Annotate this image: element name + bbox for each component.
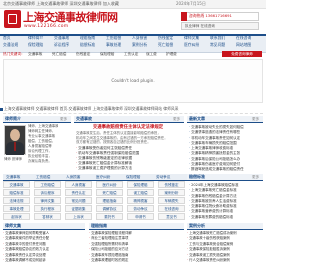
hot-keyword-1[interactable]: 交通事故 [28, 52, 42, 56]
grid-cell[interactable]: 赔偿标准 [3, 189, 30, 196]
grid-cell[interactable]: 起诉状 [3, 213, 30, 220]
tab-category-2[interactable]: 工伤赔偿 [36, 175, 50, 179]
grid-cell[interactable]: 死亡赔偿 [96, 189, 123, 196]
bottom-left-list: 交通事故律师如何帮助受害人 交通事故案件的举证责任分配 交通事故中的垫付责任问题… [3, 231, 85, 263]
tab-category-5[interactable]: 保险理赔 [126, 175, 140, 179]
grid-cell[interactable]: 法律法规 [3, 197, 30, 204]
grid-cell[interactable]: 案例分析 [158, 189, 185, 196]
nav-item-b4[interactable]: 赔偿标准 [80, 42, 95, 49]
center-desc: 交通事故发生后，责任主体的认定直接影响赔偿的承担， 机动车之间发生交通事故的，由… [76, 131, 180, 145]
panel-title-bottom-right: 案例分析 [189, 223, 205, 228]
grid-cell[interactable]: 劳动争议 [127, 205, 154, 212]
panel-title-center: 交通事故 [76, 116, 92, 121]
grid-cell[interactable]: 调解协议 [96, 205, 123, 212]
list-item[interactable]: 醉酒驾驶造成交通事故的赔偿责任 [189, 167, 263, 172]
bottom-mid-list: 交通事故保险理赔流程详解 商业三者险理赔注意事项 交强险理赔所需材料清单 保险公… [89, 231, 184, 263]
phone-icon [181, 12, 187, 21]
panel-more-lawyer[interactable]: 更多 [60, 117, 67, 121]
nav-item-b2[interactable]: 保险理赔 [28, 42, 43, 49]
list-item[interactable]: 交通事故理赔时效的规定 [89, 258, 184, 263]
panel-more-right2[interactable]: 更多 [252, 175, 259, 179]
lawyer-intro-line: 办案认真负责。 [28, 159, 52, 163]
grid-cell[interactable]: 证据收集 [65, 205, 92, 212]
hot-keyword-7[interactable]: 护理费 [166, 52, 177, 56]
grid-cell[interactable]: 常见问题 [65, 197, 92, 204]
nav-item-b3[interactable]: 诉讼程序 [54, 42, 69, 49]
nav-item-b6[interactable]: 案例分析 [132, 42, 147, 49]
breadcrumb-icon [0, 108, 3, 111]
panel-more-center[interactable]: 更多 [173, 117, 180, 121]
hot-keyword-6[interactable]: 误工费 [146, 52, 157, 56]
top-bar-text[interactable]: 北京交通事故律师 上海交通事故律师 深圳交通事故律师 加入收藏 [3, 1, 119, 7]
lawyer-photo-tie [14, 142, 16, 151]
nav-item-b8[interactable]: 医疗纠纷 [184, 42, 199, 49]
free-consult-button[interactable]: 免费咨询律师 [222, 51, 262, 57]
center-headline[interactable]: 交通事故赔偿责任主体认定法律规定 [76, 125, 180, 130]
center-list: 交通事故受伤者如何主张赔偿责任 机动车交通事故责任强制保险赔偿范围 交通事故伤残… [76, 146, 180, 171]
grid-cell[interactable]: 交通事故 [3, 181, 30, 188]
grid-cell[interactable]: 误工赔偿 [127, 189, 154, 196]
logo-title[interactable]: 上海交通事故律师网 [23, 11, 118, 24]
panel-title-right2: 赔偿标准 [189, 174, 205, 179]
tab-category-4[interactable]: 医疗纠纷 [96, 175, 110, 179]
nav-item-b5[interactable]: 事故处理 [106, 42, 121, 49]
grid-cell[interactable]: 意见书 [158, 213, 185, 220]
grid-cell[interactable]: 理赔指南 [96, 197, 123, 204]
hotline-caption[interactable]: 执业律师 在线咨询 [185, 24, 215, 28]
logo-icon-inner [8, 14, 17, 24]
hot-keyword-4[interactable]: 保险理赔 [100, 52, 114, 56]
grid-cell[interactable]: 保险理赔 [127, 181, 154, 188]
hot-keyword-5[interactable]: 工伤认定 [124, 52, 138, 56]
banner-plugin-message: Couldn't load plugin. [111, 78, 155, 83]
lawyer-photo-face [10, 129, 20, 141]
logo-domain: www.122166.com [24, 24, 69, 29]
hot-keyword-2[interactable]: 死亡赔偿 [52, 52, 66, 56]
nav-item-b9[interactable]: 常见问题 [210, 42, 225, 49]
grid-cell[interactable]: 责任认定 [65, 189, 92, 196]
bottom-right-list: 上海交通事故死亡赔偿成功案例 交通事故十级伤残获赔案例 工伤与交通事故竞合赔偿案… [187, 231, 263, 263]
nav-item-b7[interactable]: 死亡赔偿 [158, 42, 173, 49]
grid-cell[interactable]: 在线咨询 [158, 205, 185, 212]
latest-articles-list: 交通事故被动失业的损失如何赔偿 交通肇事逃逸的法律责任有哪些 非机动车交通事故责… [189, 125, 263, 173]
grid-cell[interactable]: 上诉状 [65, 213, 92, 220]
center-desc-line: 双方都有过错的，按照各自过错的比例分担责任。 [76, 140, 151, 144]
lawyer-intro: 律师，上海交通事故 律师网主任律师， 专业从事交通事故 赔偿、工伤赔偿、 人身损… [28, 124, 58, 164]
tab-category-3[interactable]: 人身损害 [66, 175, 80, 179]
grid-cell[interactable]: 精神损害 [127, 197, 154, 204]
grid-cell[interactable]: 人身损害 [65, 181, 92, 188]
tab-category-6[interactable]: 劳动争议 [156, 175, 170, 179]
list-item[interactable]: 行人交通事故责任纠纷案例 [187, 258, 263, 263]
grid-cell[interactable]: 医疗纠纷 [96, 181, 123, 188]
nav-item-b10[interactable]: 网站地图 [236, 42, 251, 49]
panel-title-bottom-mid: 理赔指南 [91, 223, 107, 228]
grid-cell[interactable]: 工伤赔偿 [34, 181, 61, 188]
grid-cell[interactable]: 伤残鉴定 [158, 181, 185, 188]
grid-cell[interactable]: 车辆损失 [158, 197, 185, 204]
panel-title-bottom-left: 律师文集 [5, 223, 21, 228]
lawyer-caption: 律师 张律师 [4, 157, 23, 161]
nav-item-b1[interactable]: 交通法规 [3, 42, 18, 49]
grid-cell[interactable]: 委托书 [96, 213, 123, 220]
top-bar-date: 2024年7月15日 [176, 1, 206, 6]
grid-cell[interactable]: 诉讼程序 [34, 189, 61, 196]
panel-title-right: 最新文章 [189, 116, 205, 121]
list-item[interactable]: 交通事故误工费护理费的计算方法 [76, 166, 180, 171]
hot-keywords-label: 热门关键词： [3, 52, 25, 56]
panel-more-right[interactable]: 更多 [252, 117, 259, 121]
grid-cell[interactable]: 答辩状 [34, 213, 61, 220]
breadcrumb-text[interactable]: 上海交通事故律师 交通事故律师 首页-交通事故律师 上海交通事故律师 深圳交通事… [4, 106, 178, 112]
standards-list: 2024年上海交通事故赔偿标准 上海交通事故死亡赔偿金标准 交通事故伤残赔偿金计… [189, 183, 263, 220]
list-item[interactable]: 交通事故丧葬费的赔偿标准 [189, 215, 263, 220]
grid-cell[interactable]: 申请书 [127, 213, 154, 220]
list-item[interactable]: 交通事故调解不成如何起诉 [3, 258, 85, 263]
grid-cell[interactable]: 事故处理 [3, 205, 30, 212]
grid-cell[interactable]: 律师文集 [34, 197, 61, 204]
panel-title-lawyer: 律师简介 [5, 116, 21, 121]
grid-cell[interactable]: 执行程序 [34, 205, 61, 212]
hot-keyword-3[interactable]: 伤残鉴定 [76, 52, 90, 56]
hotline-number: 咨询热线 13661716691 [189, 13, 232, 18]
tab-category-1[interactable]: 交通事故 [6, 175, 20, 179]
